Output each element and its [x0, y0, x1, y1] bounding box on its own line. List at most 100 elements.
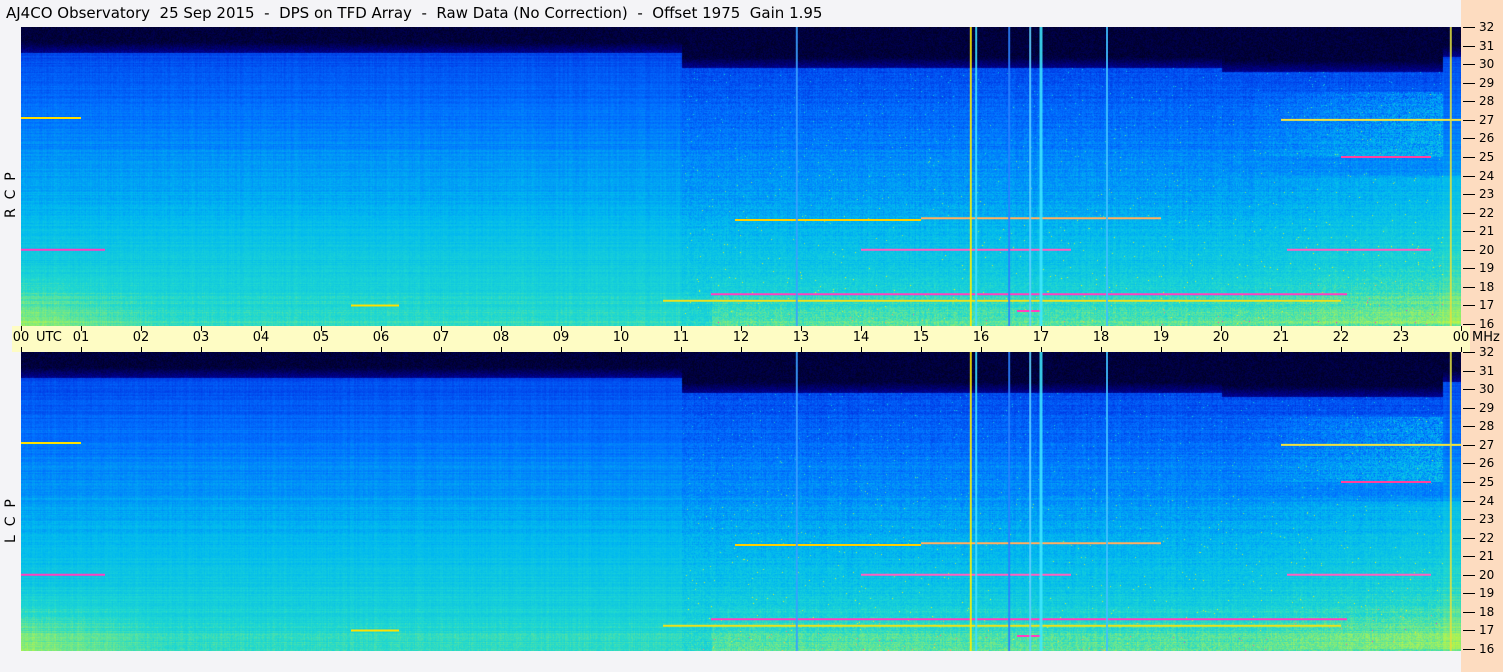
- x-tick-label: 10: [612, 330, 630, 345]
- x-tick-mark: [1101, 347, 1102, 352]
- x-tick-mark: [21, 347, 22, 352]
- y-tick-label: 21: [1479, 224, 1495, 238]
- y-tick-mark: [1463, 352, 1475, 353]
- x-tick-mark: [1281, 347, 1282, 352]
- x-tick-label: 12: [732, 330, 750, 345]
- y-tick-label: 29: [1479, 76, 1495, 90]
- y-tick-label: 23: [1479, 512, 1495, 526]
- y-tick-mark: [1463, 389, 1475, 390]
- y-tick-mark: [1463, 213, 1475, 214]
- y-tick-label: 20: [1479, 243, 1495, 257]
- x-tick-label: 00: [1452, 330, 1470, 345]
- x-tick-label: 06: [372, 330, 390, 345]
- y-tick-label: 28: [1479, 94, 1495, 108]
- y-tick-label: 18: [1479, 280, 1495, 294]
- x-tick-label: 23: [1392, 330, 1410, 345]
- y-tick-mark: [1463, 287, 1475, 288]
- x-tick-mark: [441, 326, 442, 331]
- y-tick-mark: [1463, 408, 1475, 409]
- y-tick-mark: [1463, 612, 1475, 613]
- lcp-panel-label: L C P: [3, 499, 19, 543]
- y-tick-mark: [1463, 426, 1475, 427]
- y-tick-mark: [1463, 138, 1475, 139]
- x-tick-mark: [1221, 347, 1222, 352]
- x-tick-mark: [861, 347, 862, 352]
- y-tick-label: 29: [1479, 401, 1495, 415]
- lcp-signal-overlay: [21, 352, 1461, 651]
- x-tick-mark: [141, 347, 142, 352]
- y-tick-mark: [1463, 194, 1475, 195]
- x-tick-label: 20: [1212, 330, 1230, 345]
- x-tick-mark: [1041, 347, 1042, 352]
- y-tick-mark: [1463, 101, 1475, 102]
- y-tick-label: 18: [1479, 605, 1495, 619]
- y-tick-label: 23: [1479, 187, 1495, 201]
- x-tick-mark: [1341, 326, 1342, 331]
- x-tick-label: 08: [492, 330, 510, 345]
- y-tick-label: 30: [1479, 382, 1495, 396]
- x-tick-mark: [261, 347, 262, 352]
- x-tick-mark: [861, 326, 862, 331]
- x-tick-mark: [1281, 326, 1282, 331]
- x-tick-label: 04: [252, 330, 270, 345]
- x-tick-mark: [261, 326, 262, 331]
- x-tick-label: 17: [1032, 330, 1050, 345]
- y-tick-label: 20: [1479, 568, 1495, 582]
- y-tick-mark: [1463, 649, 1475, 650]
- y-tick-label: 30: [1479, 57, 1495, 71]
- y-tick-mark: [1463, 575, 1475, 576]
- x-tick-mark: [1461, 347, 1462, 352]
- y-tick-label: 21: [1479, 549, 1495, 563]
- x-tick-label: 11: [672, 330, 690, 345]
- x-tick-label: 01: [72, 330, 90, 345]
- y-tick-mark: [1463, 519, 1475, 520]
- x-tick-mark: [501, 347, 502, 352]
- x-tick-label: 15: [912, 330, 930, 345]
- y-tick-label: 19: [1479, 261, 1495, 275]
- x-tick-mark: [1401, 326, 1402, 331]
- y-tick-label: 31: [1479, 39, 1495, 53]
- x-tick-mark: [981, 347, 982, 352]
- x-tick-label: 03: [192, 330, 210, 345]
- x-tick-mark: [381, 326, 382, 331]
- x-tick-mark: [741, 326, 742, 331]
- y-tick-mark: [1463, 120, 1475, 121]
- x-tick-label: 18: [1092, 330, 1110, 345]
- x-tick-label: 14: [852, 330, 870, 345]
- y-tick-mark: [1463, 305, 1475, 306]
- x-tick-mark: [1041, 326, 1042, 331]
- x-tick-mark: [141, 326, 142, 331]
- y-tick-mark: [1463, 176, 1475, 177]
- x-tick-mark: [621, 326, 622, 331]
- y-tick-label: 28: [1479, 419, 1495, 433]
- x-tick-mark: [321, 326, 322, 331]
- chart-title: AJ4CO Observatory 25 Sep 2015 - DPS on T…: [6, 4, 823, 22]
- y-tick-mark: [1463, 231, 1475, 232]
- y-tick-label: 26: [1479, 131, 1495, 145]
- x-tick-mark: [321, 347, 322, 352]
- x-tick-label: 19: [1152, 330, 1170, 345]
- y-tick-label: 19: [1479, 586, 1495, 600]
- y-tick-label: 25: [1479, 475, 1495, 489]
- y-tick-mark: [1463, 46, 1475, 47]
- x-tick-mark: [1341, 347, 1342, 352]
- y-tick-mark: [1463, 445, 1475, 446]
- x-tick-mark: [1161, 326, 1162, 331]
- x-tick-mark: [441, 347, 442, 352]
- y-tick-mark: [1463, 593, 1475, 594]
- y-tick-mark: [1463, 64, 1475, 65]
- x-tick-mark: [981, 326, 982, 331]
- x-tick-mark: [1221, 326, 1222, 331]
- x-tick-label: 00: [12, 330, 30, 345]
- y-tick-label: 17: [1479, 623, 1495, 637]
- x-tick-label: 02: [132, 330, 150, 345]
- rcp-panel-label: R C P: [3, 172, 19, 218]
- y-tick-label: 16: [1479, 642, 1495, 656]
- y-tick-label: 22: [1479, 206, 1495, 220]
- x-tick-mark: [921, 347, 922, 352]
- y-tick-label: 22: [1479, 531, 1495, 545]
- x-tick-label: 07: [432, 330, 450, 345]
- y-tick-label: 25: [1479, 150, 1495, 164]
- y-tick-mark: [1463, 250, 1475, 251]
- y-tick-mark: [1463, 501, 1475, 502]
